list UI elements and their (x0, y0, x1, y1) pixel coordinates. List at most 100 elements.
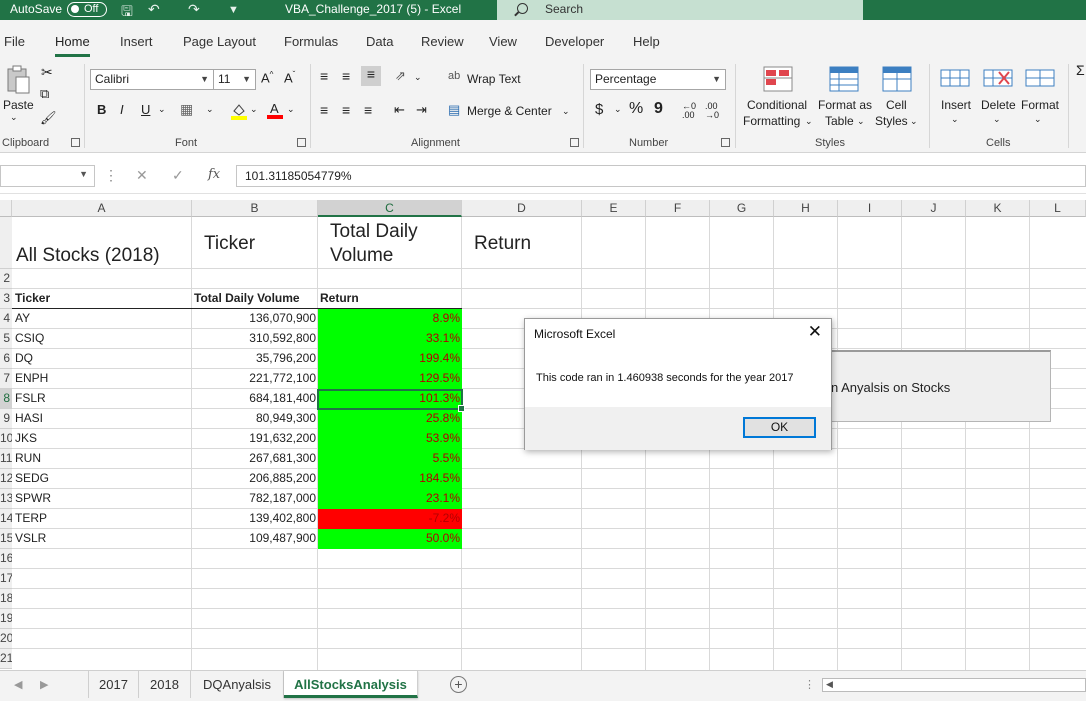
format-as-table-label-1[interactable]: Format as (818, 98, 872, 112)
chevron-down-icon[interactable]: ⌄ (287, 104, 295, 115)
conditional-formatting-label-1[interactable]: Conditional (747, 98, 807, 112)
delete-button[interactable]: Delete (981, 98, 1016, 112)
align-right-icon[interactable]: ≡ (364, 102, 372, 118)
number-format-combo[interactable]: Percentage ▼ (590, 69, 726, 90)
bold-button[interactable]: B (97, 102, 106, 117)
volume-cell[interactable]: 139,402,800 (192, 509, 318, 528)
return-cell[interactable]: -7.2% (318, 509, 462, 529)
return-cell[interactable]: 5.5% (318, 449, 462, 469)
chevron-down-icon[interactable]: ⌄ (614, 104, 622, 115)
conditional-formatting-label-2[interactable]: Formatting (743, 114, 800, 128)
column-header-h[interactable]: H (774, 200, 838, 217)
ticker-cell[interactable]: VSLR (15, 529, 46, 548)
ok-button[interactable]: OK (743, 417, 816, 438)
chevron-down-icon[interactable]: ⌄ (206, 104, 214, 115)
font-color-icon[interactable]: A (267, 100, 283, 120)
increase-font-size-icon[interactable]: A^ (261, 70, 273, 85)
number-launcher-icon[interactable] (721, 138, 730, 147)
copy-icon[interactable]: ⧉ (40, 86, 49, 102)
cell-styles-icon[interactable] (882, 66, 912, 94)
return-cell[interactable]: 23.1% (318, 489, 462, 509)
align-center-icon[interactable]: ≡ (342, 102, 350, 118)
font-launcher-icon[interactable] (297, 138, 306, 147)
volume-cell[interactable]: 35,796,200 (192, 349, 318, 368)
volume-cell[interactable]: 206,885,200 (192, 469, 318, 488)
column-header-g[interactable]: G (710, 200, 774, 217)
return-cell[interactable]: 33.1% (318, 329, 462, 349)
row-header[interactable]: 8 (0, 389, 12, 409)
ticker-cell[interactable]: HASI (15, 409, 43, 428)
increase-decimal-button[interactable]: ←0.00 (682, 102, 696, 120)
row-header[interactable]: 4 (0, 309, 12, 329)
formula-input[interactable]: 101.31185054779% (236, 165, 1086, 187)
paste-button[interactable]: Paste (3, 98, 34, 112)
ticker-cell[interactable]: ENPH (15, 369, 48, 388)
ticker-cell[interactable]: JKS (15, 429, 37, 448)
ticker-cell[interactable]: SPWR (15, 489, 51, 508)
enter-icon[interactable]: ✓ (172, 167, 184, 184)
chevron-down-icon[interactable]: ⌄ (562, 106, 570, 117)
ticker-cell[interactable]: AY (15, 309, 30, 328)
delete-cells-icon[interactable] (983, 66, 1013, 90)
customize-qat-icon[interactable]: ▼ (228, 4, 239, 16)
tab-file[interactable]: File (4, 34, 25, 49)
row-header[interactable]: 13 (0, 489, 12, 509)
format-button[interactable]: Format (1021, 98, 1059, 112)
chevron-down-icon[interactable]: ⌄ (910, 116, 918, 127)
fill-color-icon[interactable] (231, 102, 247, 120)
sheet-tab-2018[interactable]: 2018 (139, 671, 191, 698)
sheet-tab-allstocksanalysis[interactable]: AllStocksAnalysis (284, 671, 418, 698)
chevron-down-icon[interactable]: ⌄ (158, 104, 166, 115)
tab-developer[interactable]: Developer (545, 34, 604, 49)
cell-styles-label-1[interactable]: Cell (886, 98, 907, 112)
ticker-cell[interactable]: SEDG (15, 469, 49, 488)
row-header[interactable]: 11 (0, 449, 12, 469)
format-painter-icon[interactable]: 🖌 (40, 110, 57, 126)
add-sheet-icon[interactable]: + (450, 676, 467, 693)
redo-icon[interactable]: ↷ (188, 1, 200, 18)
borders-icon[interactable]: ▦ (180, 101, 193, 118)
volume-cell[interactable]: 684,181,400 (192, 389, 318, 408)
select-all-corner[interactable] (0, 200, 12, 217)
row-header[interactable]: 17 (0, 569, 12, 589)
row-header[interactable]: 15 (0, 529, 12, 549)
volume-cell[interactable]: 267,681,300 (192, 449, 318, 468)
column-header-k[interactable]: K (966, 200, 1030, 217)
row-header[interactable]: 12 (0, 469, 12, 489)
volume-cell[interactable]: 310,592,800 (192, 329, 318, 348)
cut-icon[interactable]: ✂ (41, 64, 53, 81)
currency-button[interactable]: $ (595, 101, 603, 118)
percent-button[interactable]: % (629, 100, 643, 118)
tab-page-layout[interactable]: Page Layout (183, 34, 256, 49)
row-header[interactable]: 9 (0, 409, 12, 429)
sheet-tab-2017[interactable]: 2017 (88, 671, 139, 698)
volume-cell[interactable]: 782,187,000 (192, 489, 318, 508)
bottom-align-icon[interactable]: ≡ (361, 66, 381, 86)
search-box[interactable]: Search (497, 0, 863, 20)
font-name-combo[interactable]: Calibri ▼ (90, 69, 214, 90)
volume-cell[interactable]: 80,949,300 (192, 409, 318, 428)
row-header[interactable]: 3 (0, 289, 12, 309)
row-header[interactable]: 16 (0, 549, 12, 569)
paste-icon[interactable] (5, 65, 31, 95)
volume-cell[interactable]: 109,487,900 (192, 529, 318, 548)
cell-styles-label-2[interactable]: Styles (875, 114, 908, 128)
italic-button[interactable]: I (120, 102, 124, 117)
tab-help[interactable]: Help (633, 34, 660, 49)
row-header[interactable]: 5 (0, 329, 12, 349)
tab-home[interactable]: Home (55, 34, 90, 57)
sheet-tab-dqanyalsis[interactable]: DQAnyalsis (191, 671, 284, 698)
format-cells-icon[interactable] (1025, 66, 1055, 90)
volume-cell[interactable]: 221,772,100 (192, 369, 318, 388)
return-cell[interactable]: 184.5% (318, 469, 462, 489)
undo-icon[interactable]: ↶ (148, 1, 160, 18)
insert-function-icon[interactable]: fx (208, 167, 220, 182)
ticker-cell[interactable]: TERP (15, 509, 47, 528)
increase-indent-icon[interactable]: ⇥ (416, 102, 427, 118)
align-left-icon[interactable]: ≡ (320, 102, 328, 118)
decrease-indent-icon[interactable]: ⇤ (394, 102, 405, 118)
clipboard-launcher-icon[interactable] (71, 138, 80, 147)
chevron-down-icon[interactable]: ⌄ (805, 116, 813, 127)
middle-align-icon[interactable]: ≡ (342, 68, 350, 84)
tab-data[interactable]: Data (366, 34, 393, 49)
